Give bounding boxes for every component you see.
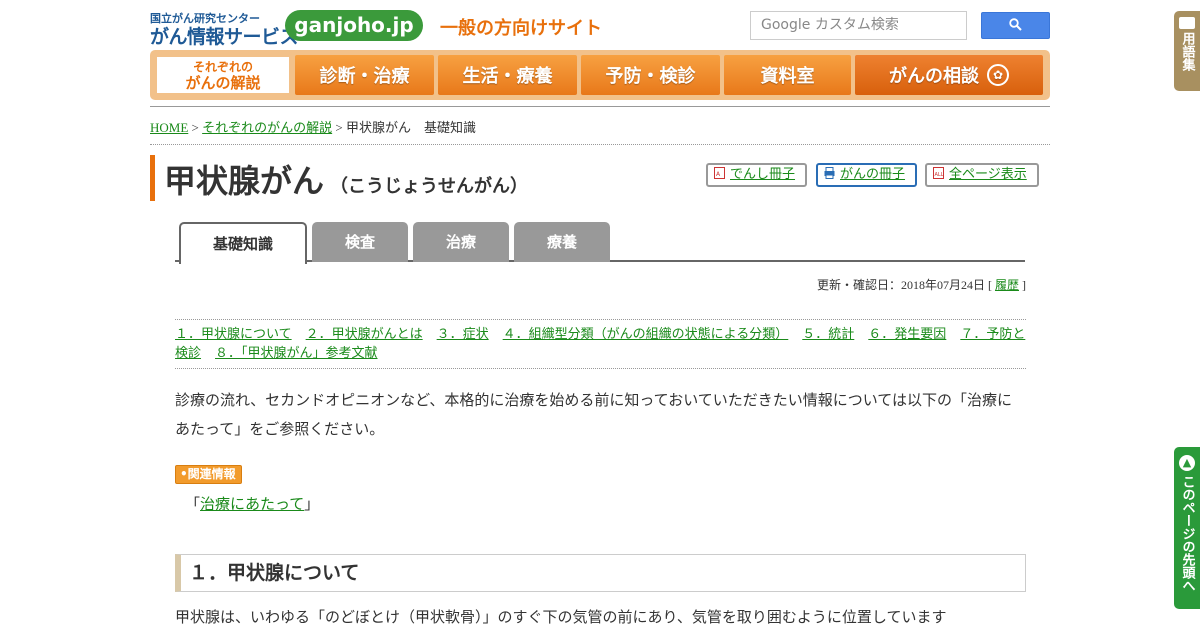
nav-item-cancer-explanations[interactable]: それぞれの がんの解説 — [155, 55, 291, 95]
page-title-text: 甲状腺がん — [164, 162, 325, 200]
toc-item-3[interactable]: ３．症状 — [437, 327, 489, 342]
breadcrumb-sep: > — [332, 120, 346, 135]
ebook-link: でんし冊子 — [730, 167, 796, 182]
nav-consultation-label: がんの相談 — [889, 66, 979, 87]
updated-date: 更新・確認日：2018年07月24日 [ 履歴 ] — [817, 276, 1026, 293]
breadcrumb: HOME > それぞれのがんの解説 > 甲状腺がん 基礎知識 — [150, 117, 476, 136]
site-logo[interactable]: 国立がん研究センター がん情報サービス ganjoho.jp — [150, 10, 430, 48]
related-link-line: 「治療にあたって」 — [185, 493, 319, 514]
breadcrumb-divider — [150, 144, 1050, 145]
page-title-reading: （こうじょうせんがん） — [330, 176, 529, 197]
toc-item-5[interactable]: ５．統計 — [802, 327, 854, 342]
nav-active-line1: それぞれの — [192, 60, 253, 74]
toc-divider-top — [175, 319, 1026, 320]
toc-item-4[interactable]: ４．組織型分類（がんの組織の状態による分類） — [503, 327, 789, 342]
nav-item-life[interactable]: 生活・療養 — [438, 55, 577, 95]
updated-close: ] — [1019, 278, 1026, 292]
related-badge-label: 関連情報 — [187, 467, 236, 481]
book-icon — [1179, 17, 1195, 29]
section-1-body: 甲状腺は、いわゆる「のどぼとけ（甲状軟骨）」のすぐ下の気管の前にあり、気管を取り… — [175, 608, 947, 626]
updated-label: 更新・確認日：2018年07月24日 [ — [816, 278, 995, 292]
tab-basics[interactable]: 基礎知識 — [179, 222, 307, 264]
toc-item-8[interactable]: ８．「甲状腺がん」参考文献 — [215, 346, 378, 361]
breadcrumb-current: 甲状腺がん 基礎知識 — [345, 120, 476, 135]
nav-item-prevention[interactable]: 予防・検診 — [581, 55, 720, 95]
title-accent — [150, 155, 155, 201]
search-icon — [1009, 18, 1022, 31]
table-of-contents: １．甲状腺について ２．甲状腺がんとは ３．症状 ４．組織型分類（がんの組織の状態によ… — [175, 325, 1026, 363]
related-close-bracket: 」 — [304, 495, 320, 513]
content-tabs: 基礎知識 検査 治療 療養 — [175, 222, 1025, 264]
allpages-link: 全ページ表示 — [949, 167, 1027, 182]
all-pages-icon: ALL — [933, 167, 944, 179]
printer-icon — [824, 167, 835, 179]
ebook-button[interactable]: A でんし冊子 — [706, 163, 808, 187]
logo-service-name: がん情報サービス — [150, 26, 299, 48]
history-link[interactable]: 履歴 — [995, 278, 1019, 292]
page-title: 甲状腺がん （こうじょうせんがん） — [164, 156, 528, 202]
search-button[interactable] — [981, 12, 1050, 39]
related-open-bracket: 「 — [185, 495, 201, 513]
header-divider — [150, 106, 1050, 107]
nav-item-diagnosis[interactable]: 診断・治療 — [295, 55, 434, 95]
nav-item-library[interactable]: 資料室 — [724, 55, 851, 95]
arrow-up-icon: ▲ — [1179, 455, 1195, 471]
related-link[interactable]: 治療にあたって — [200, 495, 304, 513]
site-tagline: 一般の方向けサイト — [440, 18, 602, 39]
flower-icon: ✿ — [987, 64, 1009, 86]
breadcrumb-home[interactable]: HOME — [150, 120, 188, 135]
related-info-badge: •関連情報 — [175, 465, 242, 484]
toc-divider-bottom — [175, 368, 1026, 369]
glossary-label: 用語集 — [1179, 32, 1195, 71]
breadcrumb-parent[interactable]: それぞれのがんの解説 — [202, 120, 332, 135]
svg-text:ALL: ALL — [935, 172, 944, 178]
intro-paragraph: 診療の流れ、セカンドオピニオンなど、本格的に治療を始める前に知っておいていただき… — [175, 391, 1013, 438]
bullet-icon: • — [180, 467, 188, 481]
booklet-link: がんの冊子 — [840, 167, 906, 182]
back-to-top-label: このページの先頭へ — [1179, 475, 1195, 592]
glossary-side-tab[interactable]: 用語集 — [1174, 11, 1200, 91]
tab-care[interactable]: 療養 — [514, 222, 610, 262]
toc-item-2[interactable]: ２．甲状腺がんとは — [306, 327, 423, 342]
pdf-icon: A — [714, 167, 725, 179]
booklet-button[interactable]: がんの冊子 — [816, 163, 918, 187]
back-to-top-side-tab[interactable]: ▲ このページの先頭へ — [1174, 447, 1200, 609]
search-input[interactable]: Google カスタム検索 — [750, 11, 967, 40]
tab-treatment[interactable]: 治療 — [413, 222, 509, 262]
tab-tests[interactable]: 検査 — [312, 222, 408, 262]
logo-domain: ganjoho.jp — [285, 10, 423, 41]
nav-item-consultation[interactable]: がんの相談 ✿ — [855, 55, 1043, 95]
breadcrumb-sep: > — [188, 120, 203, 135]
toc-item-6[interactable]: ６．発生要因 — [868, 327, 946, 342]
main-nav: それぞれの がんの解説 診断・治療 生活・療養 予防・検診 資料室 がんの相談 … — [150, 50, 1050, 100]
section-heading-1: １．甲状腺について — [175, 554, 1026, 592]
nav-active-line2: がんの解説 — [185, 74, 261, 92]
toc-item-1[interactable]: １．甲状腺について — [175, 327, 292, 342]
allpages-button[interactable]: ALL 全ページ表示 — [925, 163, 1039, 187]
